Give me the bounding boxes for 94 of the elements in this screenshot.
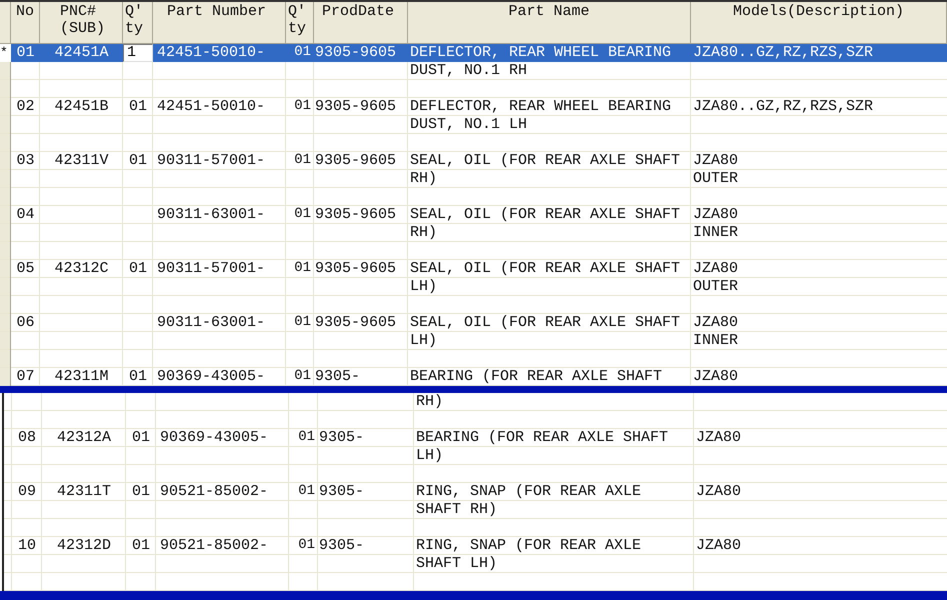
- table-cell: 09: [18, 483, 36, 500]
- table-cell: 01: [294, 314, 311, 330]
- pane-splitter[interactable]: [0, 591, 947, 600]
- models-text: JZA80: [693, 314, 738, 331]
- table-cell: 9305-: [319, 483, 364, 500]
- table-cell: 03: [16, 152, 34, 169]
- table-cell: 01: [128, 152, 147, 169]
- table-cell: 42451-50010-: [157, 98, 266, 115]
- table-cell: 01: [298, 429, 315, 445]
- models-text: JZA80..GZ,RZ,RZS,SZR: [693, 98, 874, 115]
- table-cell: 90369-43005-: [157, 368, 266, 385]
- table-cell: 42451B: [54, 98, 108, 115]
- table-cell: 90311-57001-: [157, 260, 266, 277]
- table-cell: 10: [18, 537, 36, 554]
- table-cell: 01: [294, 206, 311, 222]
- table-cell: 9305-9605: [315, 152, 396, 169]
- table-cell: 01: [132, 483, 150, 500]
- table-cell: 01: [128, 368, 147, 385]
- models-text: JZA80: [696, 483, 742, 500]
- table-cell: 01: [294, 44, 311, 60]
- table-cell: 01: [128, 260, 147, 277]
- part-name-text: DUST, NO.1 RH: [410, 62, 528, 79]
- table-cell: 05: [16, 260, 34, 277]
- part-name-text: RH): [410, 170, 438, 187]
- table-cell: 90311-63001-: [157, 314, 266, 331]
- part-name-text: RING, SNAP (FOR REAR AXLE: [416, 537, 642, 554]
- table-cell: 01: [294, 260, 311, 276]
- table-cell: 01: [298, 483, 315, 499]
- table-cell: 9305-9605: [315, 44, 396, 61]
- part-name-text: DEFLECTOR, REAR WHEEL BEARING: [410, 98, 672, 115]
- selected-row[interactable]: * 01 42451A 1 42451-50010- 01 9305-9605 DEFLECTOR, REAR WHEEL BEARING JZA80..GZ,RZ,RZS,SZR: [0, 44, 947, 62]
- table-cell: 9305-: [319, 537, 364, 554]
- part-name-text: SHAFT LH): [416, 555, 498, 572]
- part-name-text: SEAL, OIL (FOR REAR AXLE SHAFT: [410, 152, 680, 169]
- table-cell: 42311V: [54, 152, 108, 169]
- models-text: JZA80: [693, 206, 738, 223]
- part-name-text: LH): [410, 332, 438, 349]
- table-cell: 01: [294, 152, 311, 168]
- table-cell: 01: [294, 98, 311, 114]
- table-cell: 90311-57001-: [157, 152, 266, 169]
- table-cell: 90311-63001-: [157, 206, 266, 223]
- quantity-input[interactable]: 1: [123, 44, 153, 62]
- models-text: OUTER: [693, 278, 738, 295]
- table-cell: 9305-9605: [315, 98, 396, 115]
- table-cell: 01: [294, 368, 311, 384]
- models-text: JZA80: [693, 152, 738, 169]
- models-text: OUTER: [693, 170, 738, 187]
- table-cell: 9305-: [319, 429, 364, 446]
- part-name-text: RH): [416, 393, 444, 410]
- table-cell: 9305-9605: [315, 314, 396, 331]
- part-name-text: LH): [410, 278, 438, 295]
- models-text: JZA80: [693, 368, 738, 385]
- table-cell: 42312C: [54, 260, 108, 277]
- table-cell: 07: [16, 368, 34, 385]
- table-cell: 9305-9605: [315, 260, 396, 277]
- table-cell: 90521-85002-: [160, 483, 268, 500]
- part-name-text: DEFLECTOR, REAR WHEEL BEARING: [410, 44, 672, 61]
- table-cell: 42312D: [56, 537, 111, 554]
- table-cell: 9305-9605: [315, 206, 396, 223]
- table-cell: 06: [16, 314, 34, 331]
- table-cell: 01: [298, 537, 315, 553]
- table-cell: 42451-50010-: [157, 44, 266, 61]
- table-cell: 01: [16, 44, 34, 61]
- models-text: JZA80: [696, 429, 742, 446]
- table-cell: 01: [132, 429, 150, 446]
- part-name-text: RING, SNAP (FOR REAR AXLE: [416, 483, 642, 500]
- pane-splitter[interactable]: [0, 386, 947, 393]
- models-text: INNER: [693, 224, 738, 241]
- models-text: JZA80: [696, 537, 742, 554]
- table-cell: 42312A: [56, 429, 111, 446]
- models-text: JZA80: [693, 260, 738, 277]
- table-cell: 90369-43005-: [160, 429, 268, 446]
- current-row-marker: *: [0, 45, 8, 60]
- part-name-text: SEAL, OIL (FOR REAR AXLE SHAFT: [410, 314, 680, 331]
- part-name-text: RH): [410, 224, 438, 241]
- part-name-text: DUST, NO.1 LH: [410, 116, 528, 133]
- table-cell: 08: [18, 429, 36, 446]
- table-cell: 42311T: [56, 483, 111, 500]
- table-cell: 42451A: [54, 44, 108, 61]
- part-name-text: LH): [416, 447, 444, 464]
- part-name-text: BEARING (FOR REAR AXLE SHAFT: [410, 368, 662, 385]
- table-cell: 04: [16, 206, 34, 223]
- table-cell: 01: [128, 98, 147, 115]
- models-text: JZA80..GZ,RZ,RZS,SZR: [693, 44, 874, 61]
- table-cell: 9305-: [315, 368, 360, 385]
- table-cell: 42311M: [54, 368, 108, 385]
- part-name-text: BEARING (FOR REAR AXLE SHAFT: [416, 429, 668, 446]
- part-name-text: SEAL, OIL (FOR REAR AXLE SHAFT: [410, 260, 680, 277]
- table-cell: 90521-85002-: [160, 537, 268, 554]
- part-name-text: SHAFT RH): [416, 501, 498, 518]
- table-cell: 02: [16, 98, 34, 115]
- models-text: INNER: [693, 332, 738, 349]
- table-cell: 01: [132, 537, 150, 554]
- part-name-text: SEAL, OIL (FOR REAR AXLE SHAFT: [410, 206, 680, 223]
